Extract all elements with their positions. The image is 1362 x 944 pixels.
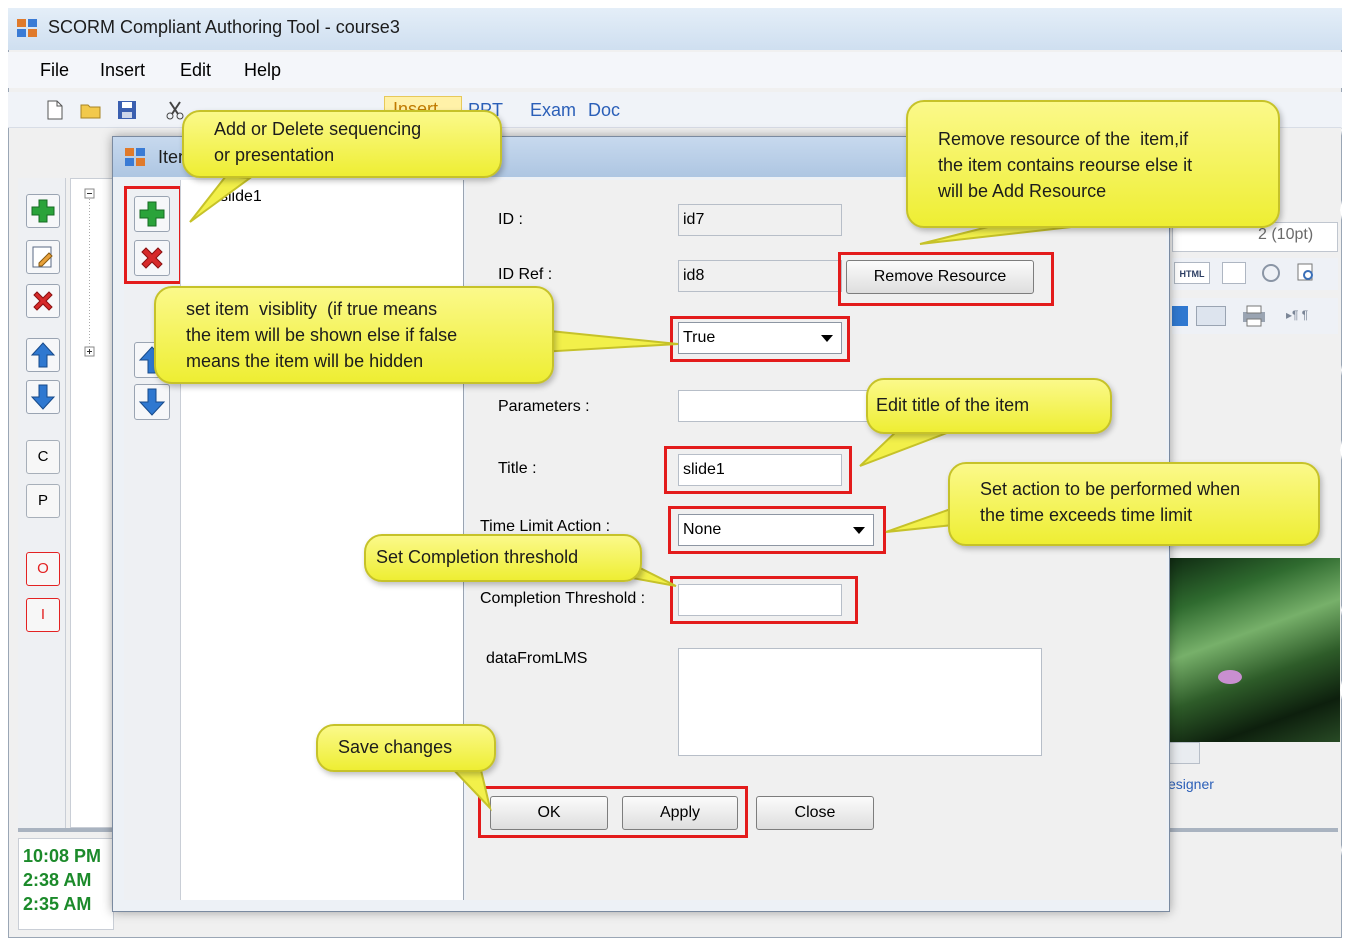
o-button[interactable]: O <box>26 552 60 586</box>
callout-completion: Set Completion threshold <box>364 534 642 582</box>
app-title: SCORM Compliant Authoring Tool - course3 <box>48 17 400 37</box>
save-icon[interactable] <box>116 100 138 120</box>
callout-visibility: set item visiblity (if true means the it… <box>154 286 554 384</box>
delete-item-button[interactable] <box>134 240 170 276</box>
p-button[interactable]: P <box>26 484 60 518</box>
callout-edit-title: Edit title of the item <box>866 378 1112 434</box>
cut-icon[interactable] <box>164 100 186 120</box>
main-add-button[interactable] <box>26 194 60 228</box>
callout-remove-resource: Remove resource of the item,if the item … <box>906 100 1280 228</box>
time-limit-value: None <box>683 521 722 538</box>
arrow-down-icon <box>138 388 166 416</box>
completion-threshold-label: Completion Threshold : <box>480 590 646 607</box>
close-button[interactable]: Close <box>756 796 874 830</box>
completion-threshold-field[interactable] <box>678 584 842 616</box>
menu-insert[interactable]: Insert <box>100 60 145 81</box>
time-item: 2:35 AM <box>23 894 92 914</box>
time-item: 2:38 AM <box>23 870 92 890</box>
add-item-button[interactable] <box>134 196 170 232</box>
date-icon[interactable] <box>1222 262 1246 284</box>
toolbar-link-exam[interactable]: Exam <box>530 100 576 121</box>
data-from-lms-label: dataFromLMS <box>486 650 588 667</box>
id-ref-field[interactable]: id8 <box>678 260 842 292</box>
move-down-button[interactable] <box>134 384 170 420</box>
arrow-down-icon <box>30 384 56 410</box>
menu-file[interactable]: File <box>40 60 69 81</box>
dialog-window-icon <box>124 147 146 167</box>
paragraph-icon[interactable]: ▸¶ ¶ <box>1286 308 1308 322</box>
id-ref-label: ID Ref : <box>498 266 553 283</box>
html-view-button[interactable]: HTML <box>1174 262 1210 284</box>
flower-shape <box>1218 670 1242 684</box>
toolbar-link-doc[interactable]: Doc <box>588 100 620 121</box>
callout-add-delete: Add or Delete sequencing or presentation <box>182 110 502 178</box>
table-icon[interactable] <box>1172 306 1188 326</box>
arrow-up-icon <box>30 342 56 368</box>
main-move-up-button[interactable] <box>26 338 60 372</box>
print-icon[interactable] <box>1240 304 1268 328</box>
new-file-icon[interactable] <box>44 100 66 120</box>
tree-item[interactable]: slide1 <box>220 188 262 206</box>
designer-tab[interactable]: esigner <box>1168 776 1214 792</box>
plus-icon <box>139 201 165 227</box>
main-move-down-button[interactable] <box>26 380 60 414</box>
is-visible-value: True <box>683 329 716 346</box>
callout-time-limit-action: Set action to be performed when the time… <box>948 462 1320 546</box>
plus-icon <box>31 199 55 223</box>
chevron-down-icon <box>853 527 865 534</box>
apply-button[interactable]: Apply <box>622 796 738 830</box>
edit-icon <box>32 246 53 268</box>
id-label: ID : <box>498 211 523 228</box>
c-button[interactable]: C <box>26 440 60 474</box>
id-field[interactable]: id7 <box>678 204 842 236</box>
ok-button[interactable]: OK <box>490 796 608 830</box>
callout-save: Save changes <box>316 724 496 772</box>
time-item: 10:08 PM <box>23 846 102 866</box>
slide-image <box>1168 558 1340 742</box>
preview-icon[interactable] <box>1296 262 1318 284</box>
clock-icon[interactable] <box>1262 264 1280 282</box>
menu-help[interactable]: Help <box>244 60 281 81</box>
parameters-label: Parameters : <box>498 398 590 415</box>
i-button[interactable]: I <box>26 598 60 632</box>
main-delete-button[interactable] <box>26 284 60 318</box>
remove-resource-button[interactable]: Remove Resource <box>846 260 1034 294</box>
main-course-tree[interactable] <box>70 178 114 828</box>
data-from-lms-textarea[interactable] <box>678 648 1042 756</box>
open-folder-icon[interactable] <box>80 100 102 120</box>
horizontal-scrollbar[interactable] <box>1168 742 1200 764</box>
chevron-down-icon <box>821 335 833 342</box>
app-window-icon <box>16 18 38 38</box>
menu-edit[interactable]: Edit <box>180 60 211 81</box>
main-edit-button[interactable] <box>26 240 60 274</box>
font-size-value: 2 (10pt) <box>1258 226 1314 243</box>
is-visible-select[interactable]: True <box>678 322 842 354</box>
delete-x-icon <box>33 291 53 311</box>
title-field[interactable]: slide1 <box>678 454 842 486</box>
title-label: Title : <box>498 460 537 477</box>
time-limit-select[interactable]: None <box>678 514 874 546</box>
horizontal-rule-icon[interactable] <box>1196 306 1226 326</box>
torn-edge <box>1340 0 1362 944</box>
delete-x-icon <box>141 247 163 269</box>
